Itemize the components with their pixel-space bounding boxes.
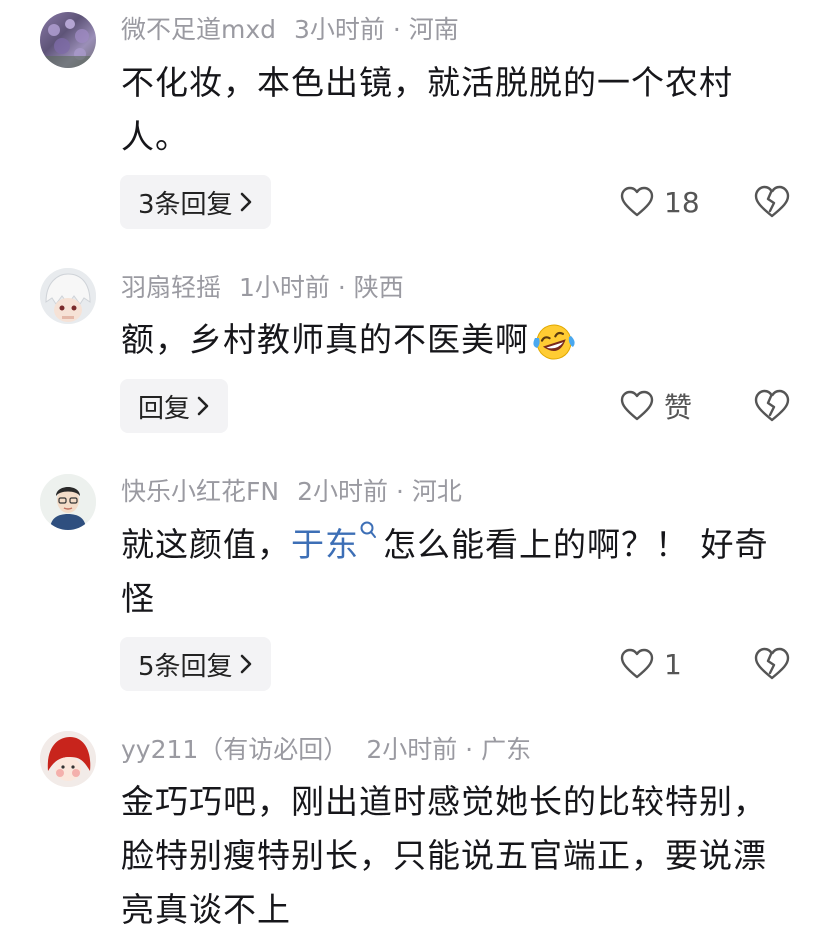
chevron-right-icon bbox=[240, 192, 251, 212]
view-replies-button[interactable]: 5条回复 bbox=[120, 637, 271, 691]
red-hood-girl-avatar-icon bbox=[40, 731, 96, 787]
comment-text-body: 额，乡村教师真的不医美啊 bbox=[121, 320, 529, 359]
cartoon-man-avatar-icon bbox=[40, 474, 96, 530]
search-mini-icon[interactable] bbox=[359, 520, 377, 542]
comment-location: 陕西 bbox=[353, 273, 404, 302]
username[interactable]: yy211（有访必回） bbox=[121, 735, 348, 764]
broken-heart-icon[interactable] bbox=[754, 388, 790, 424]
user-avatar[interactable] bbox=[40, 12, 96, 68]
heart-icon bbox=[620, 648, 654, 679]
comment-text-before: 就这颜值， bbox=[121, 525, 291, 564]
comment-meta: yy211（有访必回） 2小时前 · 广东 bbox=[121, 735, 531, 765]
separator-dot: · bbox=[337, 273, 346, 302]
comment-meta: 快乐小红花FN 2小时前 · 河北 bbox=[121, 477, 462, 507]
broken-heart-icon[interactable] bbox=[754, 646, 790, 682]
like-count: 赞 bbox=[664, 391, 693, 424]
comment-text: 金巧巧吧，刚出道时感觉她长的比较特别，脸特别瘦特别长，只能说五官端正，要说漂亮真… bbox=[121, 782, 767, 929]
comment-time: 2小时前 bbox=[366, 735, 458, 764]
comment-location: 河南 bbox=[408, 15, 459, 44]
white-hair-anime-avatar-icon bbox=[40, 268, 96, 324]
broken-heart-icon[interactable] bbox=[754, 184, 790, 220]
separator-dot: · bbox=[465, 735, 474, 764]
comment-meta: 羽扇轻摇 1小时前 · 陕西 bbox=[121, 273, 404, 303]
comment-time: 2小时前 bbox=[297, 477, 388, 506]
comment-time: 1小时前 bbox=[239, 273, 330, 302]
chevron-right-icon bbox=[240, 654, 251, 674]
like-count: 18 bbox=[664, 185, 700, 219]
user-avatar[interactable] bbox=[40, 268, 96, 324]
comment-text: 就这颜值，于东 怎么能看上的啊？！ 好奇怪 bbox=[121, 518, 791, 626]
reply-label: 回复 bbox=[138, 393, 191, 424]
comment-time: 3小时前 bbox=[294, 15, 385, 44]
comment-meta: 微不足道mxd 3小时前 · 河南 bbox=[121, 15, 459, 45]
separator-dot: · bbox=[392, 15, 401, 44]
heart-icon bbox=[620, 390, 654, 421]
like-button[interactable]: 18 bbox=[620, 182, 700, 222]
like-button[interactable]: 赞 bbox=[620, 386, 692, 426]
comment-location: 河北 bbox=[411, 477, 462, 506]
reply-label: 3条回复 bbox=[138, 189, 233, 220]
comment-location: 广东 bbox=[481, 735, 532, 764]
username[interactable]: 羽扇轻摇 bbox=[121, 273, 221, 302]
crying-laughing-emoji-icon bbox=[533, 324, 575, 359]
separator-dot: · bbox=[395, 477, 404, 506]
view-replies-button[interactable]: 3条回复 bbox=[120, 175, 271, 229]
like-count: 1 bbox=[664, 647, 682, 681]
comment-text: 额，乡村教师真的不医美啊 bbox=[121, 313, 791, 367]
mention-link[interactable]: 于东 bbox=[291, 525, 359, 564]
like-button[interactable]: 1 bbox=[620, 644, 682, 684]
purple-flower-avatar-icon bbox=[40, 19, 96, 68]
user-avatar[interactable] bbox=[40, 731, 96, 787]
chevron-right-icon bbox=[197, 396, 209, 416]
reply-button[interactable]: 回复 bbox=[120, 379, 229, 433]
username[interactable]: 快乐小红花FN bbox=[121, 477, 279, 506]
heart-icon bbox=[620, 186, 654, 217]
reply-label: 5条回复 bbox=[138, 651, 233, 682]
username[interactable]: 微不足道mxd bbox=[121, 15, 276, 44]
user-avatar[interactable] bbox=[40, 474, 96, 530]
comment-text: 不化妆，本色出镜，就活脱脱的一个农村人。 bbox=[121, 63, 733, 156]
